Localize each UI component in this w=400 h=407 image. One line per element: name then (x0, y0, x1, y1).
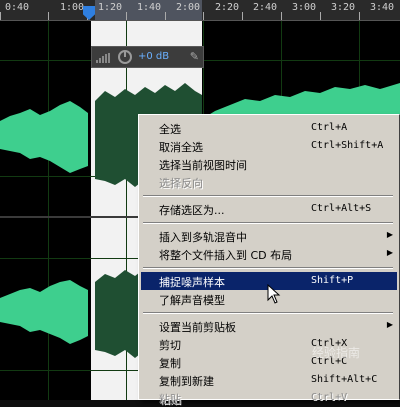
tick-label: 1:20 (98, 2, 123, 13)
level-bars-icon (96, 53, 110, 63)
submenu-arrow-icon: ▶ (386, 320, 393, 329)
watermark: 经验指南 (312, 346, 361, 360)
menu-item-insert-cd-layout[interactable]: 将整个文件插入到 CD 布局 ▶ (141, 245, 397, 263)
tick-label: 2:00 (176, 2, 201, 13)
playhead-marker[interactable] (83, 6, 95, 20)
menu-item-set-clipboard[interactable]: 设置当前剪贴板 ▶ (141, 317, 397, 335)
menu-item-select-all[interactable]: 全选 Ctrl+A (141, 119, 397, 137)
context-menu: 全选 Ctrl+A 取消全选 Ctrl+Shift+A 选择当前视图时间 选择反… (138, 114, 400, 406)
tick-label: 1:00 (60, 2, 85, 13)
tick-label: 3:00 (292, 2, 317, 13)
tick-label: 2:40 (253, 2, 278, 13)
menu-item-save-selection[interactable]: 存储选区为... Ctrl+Alt+S (141, 200, 397, 218)
menu-item-invert-selection: 选择反向 (159, 177, 203, 190)
hud-gain-panel[interactable]: +0 dB ✎ (91, 46, 204, 68)
tick-label: 1:40 (137, 2, 162, 13)
tick-label: 0:40 (5, 2, 30, 13)
submenu-arrow-icon: ▶ (386, 248, 393, 257)
volume-knob[interactable] (118, 50, 132, 64)
menu-item-paste: 粘贴 Ctrl+V (159, 392, 348, 406)
timeline-ruler[interactable]: 0:40 1:00 1:20 1:40 2:00 2:20 2:40 3:00 … (0, 0, 400, 21)
tick-label: 2:20 (215, 2, 240, 13)
pin-icon[interactable]: ✎ (190, 50, 199, 63)
tick-label: 3:40 (370, 2, 395, 13)
menu-item-deselect-all[interactable]: 取消全选 Ctrl+Shift+A (141, 137, 397, 155)
menu-item-insert-multitrack[interactable]: 插入到多轨混音中 ▶ (141, 227, 397, 245)
tick-label: 3:20 (331, 2, 356, 13)
menu-item-select-view-time[interactable]: 选择当前视图时间 (141, 155, 397, 173)
menu-item-copy-to-new[interactable]: 复制到新建 Shift+Alt+C (141, 371, 397, 389)
gain-value: +0 dB (138, 51, 170, 62)
mouse-cursor-icon (267, 284, 281, 304)
submenu-arrow-icon: ▶ (386, 230, 393, 239)
